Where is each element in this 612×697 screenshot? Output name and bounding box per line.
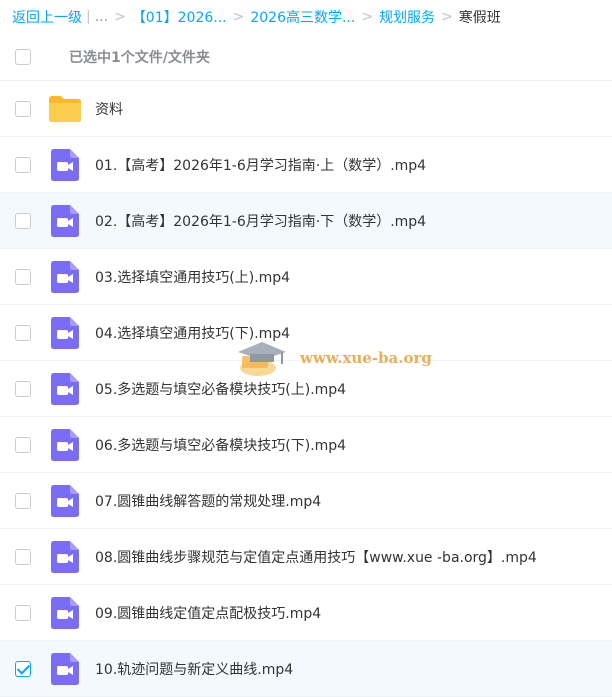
chevron-right-icon: >	[114, 9, 126, 25]
video-file-icon	[47, 651, 83, 687]
breadcrumb-item[interactable]: 规划服务	[379, 7, 435, 27]
chevron-right-icon: >	[232, 9, 245, 25]
row-checkbox[interactable]	[15, 660, 31, 677]
row-checkbox[interactable]	[15, 100, 31, 117]
row-checkbox[interactable]	[15, 156, 31, 173]
file-row[interactable]: 08.圆锥曲线步骤规范与定值定点通用技巧【www.xue -ba.org】.mp…	[0, 529, 612, 585]
video-file-icon	[47, 315, 83, 351]
video-file-icon	[47, 371, 83, 407]
row-checkbox[interactable]	[15, 212, 31, 229]
row-checkbox[interactable]	[15, 324, 31, 341]
video-file-icon	[47, 427, 83, 463]
file-row[interactable]: 06.多选题与填空必备模块技巧(下).mp4	[0, 417, 612, 473]
file-name[interactable]: 07.圆锥曲线解答题的常规处理.mp4	[95, 491, 321, 511]
file-name[interactable]: 资料	[95, 99, 123, 119]
file-row[interactable]: 02.【高考】2026年1-6月学习指南·下（数学）.mp4	[0, 193, 612, 249]
chevron-right-icon: >	[361, 9, 374, 25]
file-row[interactable]: 04.选择填空通用技巧(下).mp4	[0, 305, 612, 361]
folder-row[interactable]: 资料	[0, 81, 612, 137]
file-name[interactable]: 05.多选题与填空必备模块技巧(上).mp4	[95, 379, 346, 399]
file-name[interactable]: 04.选择填空通用技巧(下).mp4	[95, 323, 290, 343]
file-name[interactable]: 10.轨迹问题与新定义曲线.mp4	[95, 659, 293, 679]
video-file-icon	[47, 483, 83, 519]
file-list: 资料 01.【高考】2026年1-6月学习指南·上（数学）.mp4 02.【高考】2…	[0, 81, 612, 697]
file-name[interactable]: 06.多选题与填空必备模块技巧(下).mp4	[95, 435, 346, 455]
breadcrumb-ellipsis[interactable]: ...	[95, 9, 108, 25]
file-row[interactable]: 01.【高考】2026年1-6月学习指南·上（数学）.mp4	[0, 137, 612, 193]
row-checkbox[interactable]	[15, 548, 31, 565]
row-checkbox[interactable]	[15, 604, 31, 621]
breadcrumb: 返回上一级 | ... > 【01】2026... > 2026高三数学... …	[0, 0, 612, 34]
file-name[interactable]: 08.圆锥曲线步骤规范与定值定点通用技巧【www.xue -ba.org】.mp…	[95, 547, 537, 567]
select-all-checkbox[interactable]	[15, 49, 31, 65]
file-name[interactable]: 01.【高考】2026年1-6月学习指南·上（数学）.mp4	[95, 155, 426, 175]
folder-icon	[47, 91, 83, 127]
breadcrumb-item[interactable]: 【01】2026...	[132, 7, 227, 27]
file-row[interactable]: 10.轨迹问题与新定义曲线.mp4	[0, 641, 612, 697]
breadcrumb-item[interactable]: 2026高三数学...	[250, 7, 355, 27]
selection-count: 已选中1个文件/文件夹	[69, 50, 210, 66]
video-file-icon	[47, 203, 83, 239]
row-checkbox[interactable]	[15, 436, 31, 453]
breadcrumb-current: 寒假班	[458, 10, 501, 26]
file-name[interactable]: 09.圆锥曲线定值定点配极技巧.mp4	[95, 603, 321, 623]
back-link[interactable]: 返回上一级	[12, 7, 82, 27]
video-file-icon	[47, 595, 83, 631]
file-row[interactable]: 09.圆锥曲线定值定点配极技巧.mp4	[0, 585, 612, 641]
breadcrumb-divider: |	[86, 9, 91, 25]
file-row[interactable]: 07.圆锥曲线解答题的常规处理.mp4	[0, 473, 612, 529]
video-file-icon	[47, 539, 83, 575]
file-row[interactable]: 05.多选题与填空必备模块技巧(上).mp4	[0, 361, 612, 417]
row-checkbox[interactable]	[15, 268, 31, 285]
video-file-icon	[47, 259, 83, 295]
file-name[interactable]: 02.【高考】2026年1-6月学习指南·下（数学）.mp4	[95, 211, 426, 231]
row-checkbox[interactable]	[15, 492, 31, 509]
file-name[interactable]: 03.选择填空通用技巧(上).mp4	[95, 267, 290, 287]
chevron-right-icon: >	[441, 9, 453, 25]
list-header: 已选中1个文件/文件夹	[0, 34, 612, 81]
row-checkbox[interactable]	[15, 380, 31, 397]
file-row[interactable]: 03.选择填空通用技巧(上).mp4	[0, 249, 612, 305]
video-file-icon	[47, 147, 83, 183]
